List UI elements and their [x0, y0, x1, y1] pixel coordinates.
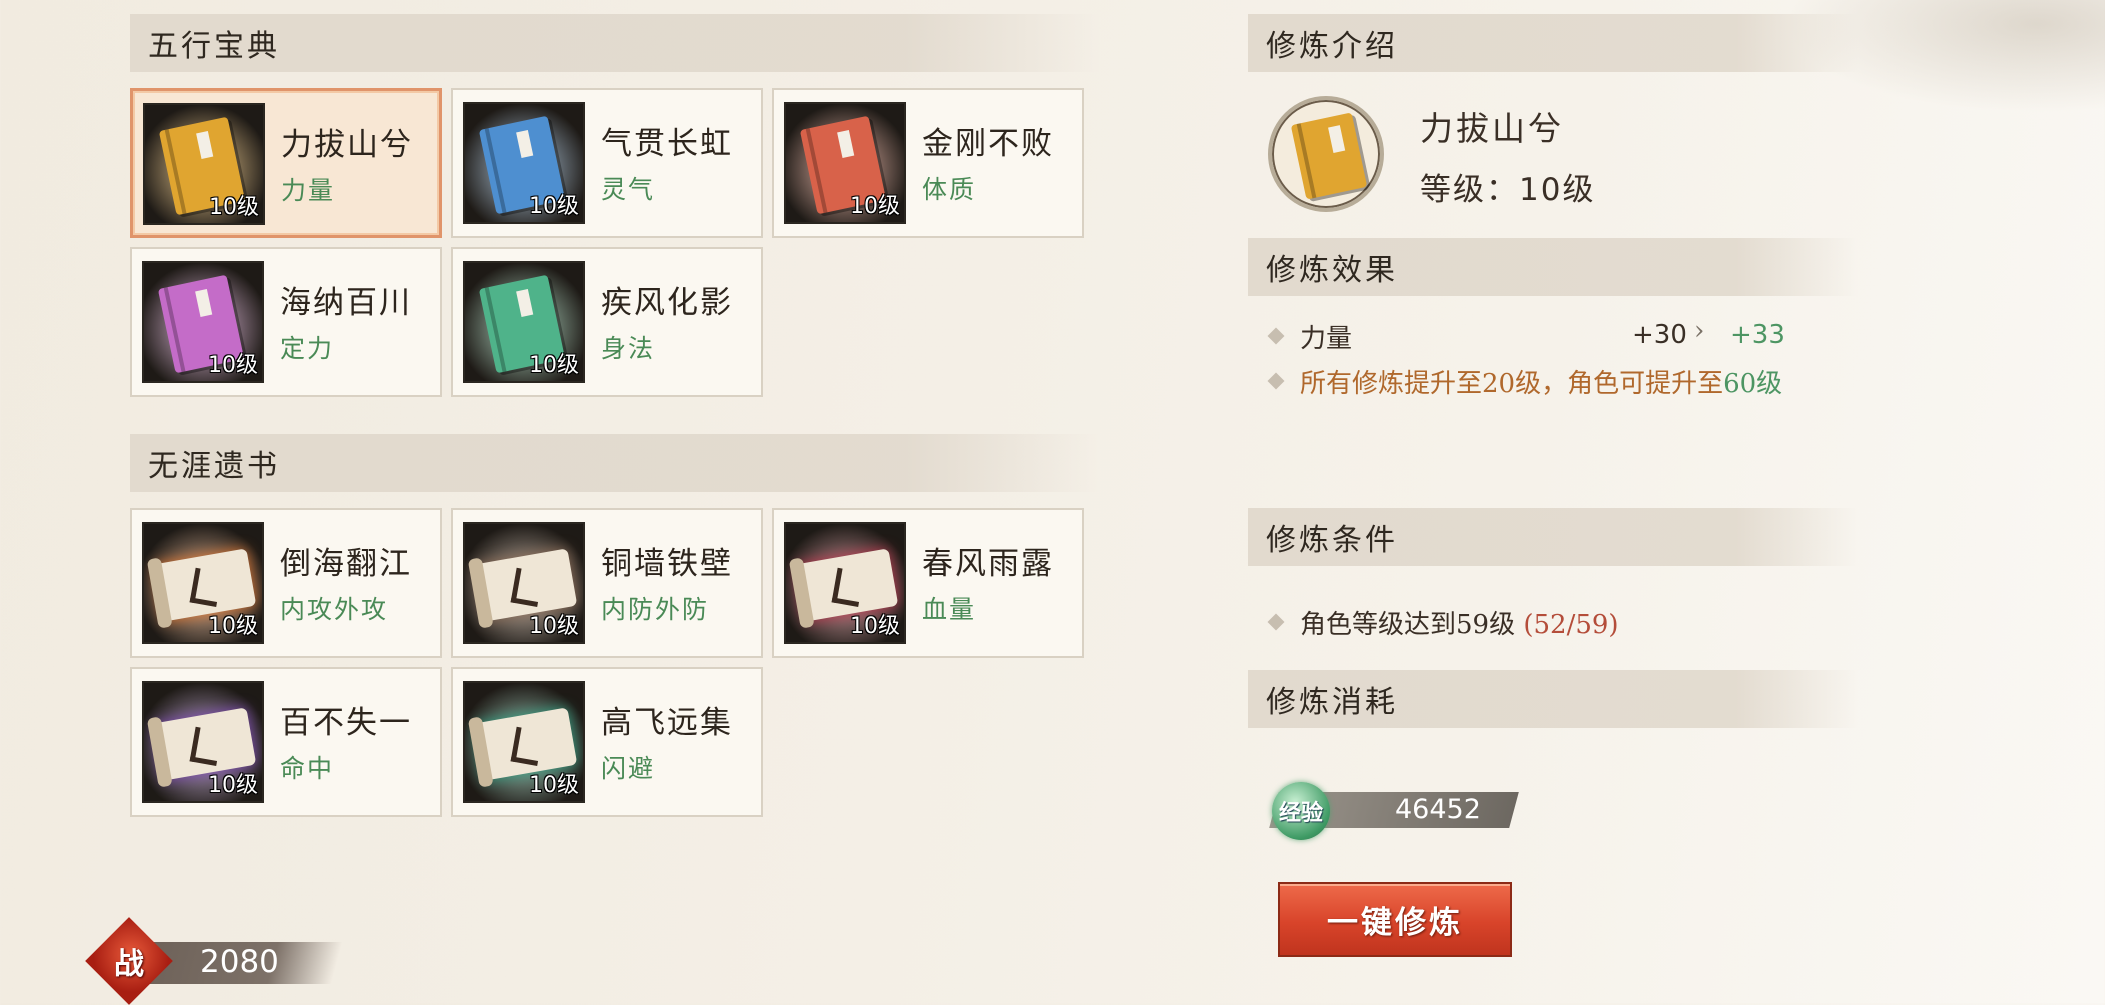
skill-card[interactable]: 10级 高飞远集闪避: [451, 667, 763, 817]
exp-icon: 经验: [1272, 782, 1330, 840]
orange-scroll-icon: 10级: [142, 522, 264, 644]
detail-level-label: 等级：: [1420, 172, 1519, 208]
skill-attribute: 定力: [280, 334, 335, 363]
skill-card[interactable]: 10级 力拔山兮力量: [130, 88, 442, 238]
skill-level-tag: 10级: [529, 614, 579, 639]
skill-name: 铜墙铁壁: [601, 546, 733, 582]
golden-book-icon: 10级: [143, 103, 265, 225]
section-effect-header: 修炼效果: [1248, 238, 1858, 296]
condition-progress: (52/59): [1523, 610, 1619, 640]
skill-card[interactable]: 10级 倒海翻江内攻外攻: [130, 508, 442, 658]
section-condition-header: 修炼条件: [1248, 508, 1858, 566]
arrow-right-icon: ›: [1694, 316, 1705, 346]
skill-attribute: 血量: [922, 595, 977, 624]
one-click-train-button[interactable]: 一键修炼: [1278, 882, 1512, 957]
skill-level-tag: 10级: [208, 353, 258, 378]
skill-name: 春风雨露: [922, 546, 1054, 582]
skill-attribute: 体质: [922, 175, 977, 204]
section-title: 修炼消耗: [1266, 685, 1398, 720]
skill-name: 高飞远集: [601, 705, 733, 741]
skill-card[interactable]: 10级 气贯长虹灵气: [451, 88, 763, 238]
section-title: 修炼条件: [1266, 523, 1398, 558]
skill-name: 百不失一: [280, 705, 412, 741]
skill-attribute: 灵气: [601, 175, 656, 204]
effect-current-value: +30: [1632, 320, 1687, 350]
skill-attribute: 力量: [281, 176, 336, 205]
section-cost-header: 修炼消耗: [1248, 670, 1858, 728]
condition-text: 角色等级达到59级 (52/59): [1300, 604, 1619, 641]
effect-note-text: 所有修炼提升至20级，角色可提升至: [1300, 369, 1724, 399]
teal-scroll-icon: 10级: [463, 681, 585, 803]
skill-level-tag: 10级: [529, 194, 579, 219]
skill-name: 海纳百川: [280, 285, 412, 321]
skill-name: 疾风化影: [601, 285, 733, 321]
skill-level-tag: 10级: [529, 353, 579, 378]
skill-attribute: 身法: [601, 334, 656, 363]
bronze-scroll-icon: 10级: [463, 522, 585, 644]
skill-level-tag: 10级: [850, 194, 900, 219]
skill-level-tag: 10级: [208, 614, 258, 639]
battle-power-value: 2080: [200, 944, 279, 980]
violet-scroll-icon: 10级: [142, 681, 264, 803]
green-book-icon: 10级: [463, 261, 585, 383]
skill-attribute: 内攻外攻: [280, 595, 389, 624]
exp-label: 经验: [1278, 800, 1323, 826]
section-title: 无涯遗书: [148, 449, 280, 484]
skill-name: 金刚不败: [922, 126, 1054, 162]
battle-power-char: 战: [114, 947, 144, 982]
skill-card[interactable]: 10级 百不失一命中: [130, 667, 442, 817]
skill-attribute: 闪避: [601, 754, 656, 783]
skill-level-tag: 10级: [208, 773, 258, 798]
section-title: 五行宝典: [148, 29, 280, 64]
skill-card[interactable]: 10级 春风雨露血量: [772, 508, 1084, 658]
effect-next-value: +33: [1730, 320, 1785, 350]
skill-name: 倒海翻江: [280, 546, 412, 582]
skill-attribute: 内防外防: [601, 595, 710, 624]
detail-level: 等级：10级: [1420, 164, 1595, 209]
purple-book-icon: 10级: [142, 261, 264, 383]
skill-level-tag: 10级: [850, 614, 900, 639]
skill-name: 气贯长虹: [601, 126, 733, 162]
section-wuya-header: 无涯遗书: [130, 434, 1100, 492]
section-intro-header: 修炼介绍: [1248, 14, 1858, 72]
skill-level-tag: 10级: [209, 195, 259, 220]
blue-book-icon: 10级: [463, 102, 585, 224]
skill-name: 力拔山兮: [281, 127, 413, 163]
skill-card[interactable]: 10级 疾风化影身法: [451, 247, 763, 397]
detail-skill-name: 力拔山兮: [1420, 109, 1564, 148]
skill-card[interactable]: 10级 铜墙铁壁内防外防: [451, 508, 763, 658]
bullet-icon: [1267, 327, 1285, 345]
effect-stat: 力量: [1300, 324, 1353, 354]
skill-card[interactable]: 10级 海纳百川定力: [130, 247, 442, 397]
bullet-icon: [1267, 613, 1285, 631]
skill-card[interactable]: 10级 金刚不败体质: [772, 88, 1084, 238]
crimson-scroll-icon: 10级: [784, 522, 906, 644]
red-book-icon: 10级: [784, 102, 906, 224]
effect-note: 所有修炼提升至20级，角色可提升至60级: [1300, 363, 1782, 400]
golden-book-icon: [1268, 96, 1384, 212]
skill-level-tag: 10级: [529, 773, 579, 798]
exp-value: 46452: [1395, 794, 1481, 825]
skill-attribute: 命中: [280, 754, 335, 783]
section-title: 修炼介绍: [1266, 29, 1398, 64]
condition-requirement: 角色等级达到59级: [1300, 610, 1516, 640]
effect-note-highlight: 60级: [1723, 369, 1783, 399]
section-wuxing-header: 五行宝典: [130, 14, 1100, 72]
detail-level-value: 10级: [1519, 172, 1596, 208]
section-title: 修炼效果: [1266, 253, 1398, 288]
bullet-icon: [1267, 372, 1285, 390]
